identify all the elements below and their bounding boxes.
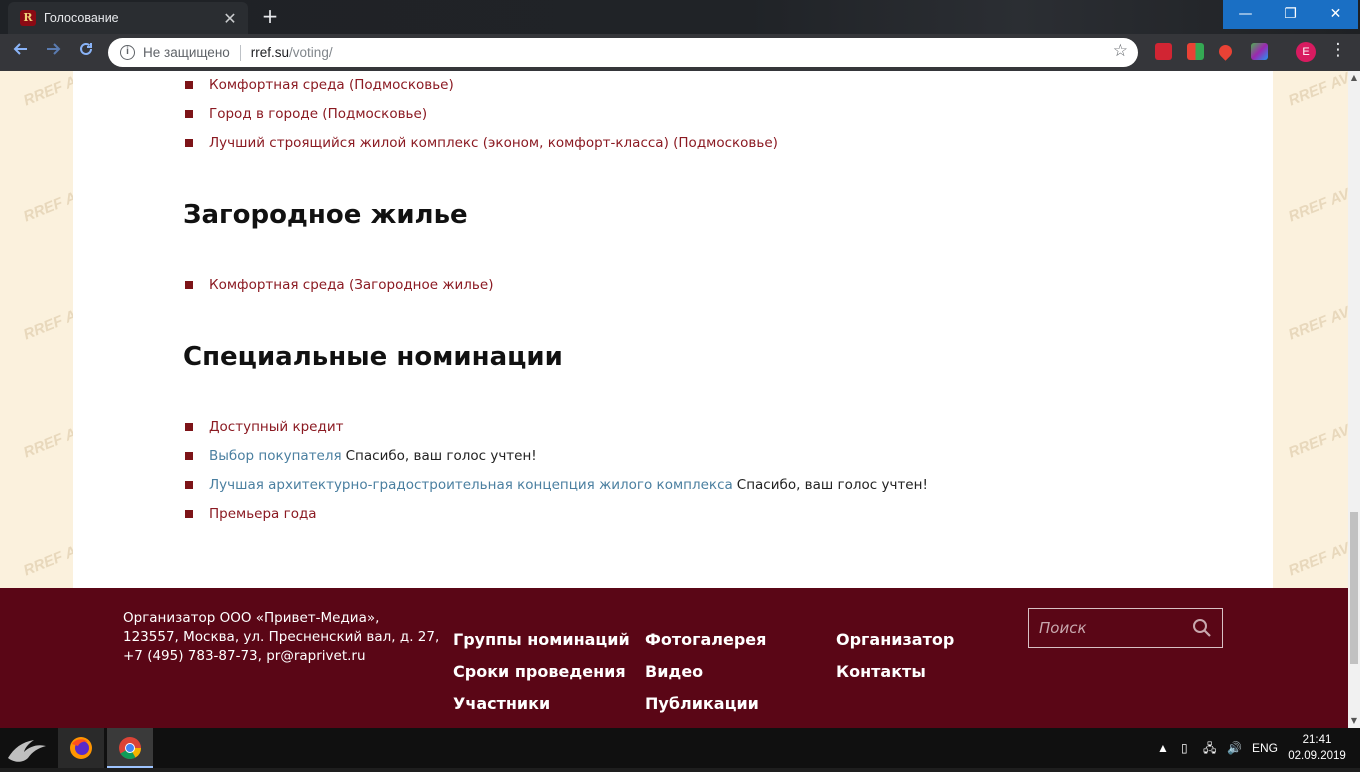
browser-tab[interactable]: R Голосование ✕ [8, 2, 248, 34]
new-tab-button[interactable]: + [258, 5, 282, 29]
footer-link-gallery[interactable]: Фотогалерея [645, 630, 766, 649]
nomination-link[interactable]: Лучший строящийся жилой комплекс (эконом… [209, 135, 778, 151]
info-icon[interactable]: i [120, 45, 135, 60]
footer-link-groups[interactable]: Группы номинаций [453, 630, 630, 649]
nomination-link[interactable]: Комфортная среда (Подмосковье) [209, 77, 454, 93]
system-clock[interactable]: 21:41 02.09.2019 [1282, 732, 1352, 764]
bullet-icon [185, 281, 193, 289]
nomination-link[interactable]: Лучшая архитектурно-градостроительная ко… [209, 477, 733, 493]
map-pin-extension-icon[interactable] [1216, 42, 1235, 61]
security-status: Не защищено [143, 45, 230, 60]
windows-taskbar: ▲ ▯ 🖧 🔊 ENG 21:41 02.09.2019 [0, 728, 1360, 768]
watermark: RREF AV [1286, 303, 1353, 344]
browser-menu-icon[interactable]: ⋮ [1328, 40, 1348, 64]
list-item: Выбор покупателя Спасибо, ваш голос учте… [185, 447, 537, 465]
url-host: rref.su [250, 45, 290, 60]
list-item: Премьера года [185, 505, 317, 523]
bullet-icon [185, 481, 193, 489]
list-item: Город в городе (Подмосковье) [185, 105, 427, 123]
bullet-icon [185, 452, 193, 460]
section-heading: Специальные номинации [183, 342, 563, 372]
chrome-taskbar-icon[interactable] [107, 728, 153, 768]
volume-icon[interactable]: 🔊 [1227, 728, 1242, 768]
bullet-icon [185, 510, 193, 518]
organizer-address: 123557, Москва, ул. Пресненский вал, д. … [123, 629, 440, 645]
nomination-link[interactable]: Доступный кредит [209, 419, 343, 435]
address-bar[interactable]: i Не защищено rref.su /voting/ ☆ [108, 38, 1138, 67]
site-footer: Организатор ООО «Привет-Медиа», 123557, … [0, 588, 1348, 728]
clock-time: 21:41 [1302, 734, 1332, 746]
section-heading: Загородное жилье [183, 200, 468, 230]
bullet-icon [185, 110, 193, 118]
list-item: Лучший строящийся жилой комплекс (эконом… [185, 134, 778, 152]
main-content: Комфортная среда (Подмосковье) Город в г… [73, 71, 1273, 588]
watermark: RREF AV [1286, 71, 1353, 110]
browser-toolbar: i Не защищено rref.su /voting/ ☆ E ⋮ [0, 34, 1360, 71]
tab-close-icon[interactable]: ✕ [218, 9, 242, 28]
footer-link-organizer[interactable]: Организатор [836, 630, 954, 649]
search-icon[interactable] [1192, 618, 1212, 638]
bookmark-star-icon[interactable]: ☆ [1113, 41, 1128, 61]
bullet-icon [185, 81, 193, 89]
footer-link-dates[interactable]: Сроки проведения [453, 662, 626, 681]
profile-avatar[interactable]: E [1296, 42, 1316, 62]
forward-arrow-icon[interactable] [40, 40, 66, 66]
watermark: RREF AV [1286, 421, 1353, 462]
footer-link-contacts[interactable]: Контакты [836, 662, 926, 681]
footer-search [1028, 608, 1223, 648]
browser-titlebar: R Голосование ✕ + — ❐ ✕ [0, 0, 1360, 34]
extension-icon[interactable] [1251, 43, 1268, 60]
nomination-link[interactable]: Комфортная среда (Загородное жилье) [209, 277, 493, 293]
maximize-button[interactable]: ❐ [1268, 0, 1313, 29]
battery-icon[interactable]: ▯ [1181, 728, 1188, 768]
scroll-up-arrow-icon[interactable]: ▲ [1348, 71, 1360, 85]
page-viewport: RREF AV RREF AV RREF AV RREF AV RREF AV … [0, 71, 1360, 728]
vertical-scrollbar[interactable]: ▲ ▼ [1348, 71, 1360, 728]
search-input[interactable] [1039, 619, 1184, 637]
footer-link-participants[interactable]: Участники [453, 694, 550, 713]
organizer-line: Организатор ООО «Привет-Медиа», [123, 610, 380, 626]
extension-icon[interactable] [1187, 43, 1204, 60]
scrollbar-thumb[interactable] [1350, 512, 1358, 664]
close-window-button[interactable]: ✕ [1313, 0, 1358, 29]
footer-link-video[interactable]: Видео [645, 662, 703, 681]
tray-chevron-up-icon[interactable]: ▲ [1157, 728, 1169, 768]
site-favicon-icon: R [20, 10, 36, 26]
nomination-link[interactable]: Город в городе (Подмосковье) [209, 106, 427, 122]
watermark: RREF AV [1286, 185, 1353, 226]
language-indicator[interactable]: ENG [1252, 728, 1278, 768]
back-arrow-icon[interactable] [8, 40, 34, 66]
bullet-icon [185, 423, 193, 431]
bullet-icon [185, 139, 193, 147]
vote-confirmation: Спасибо, ваш голос учтен! [345, 448, 537, 464]
omnibox-divider [239, 44, 241, 61]
footer-link-publications[interactable]: Публикации [645, 694, 759, 713]
organizer-contacts: +7 (495) 783-87-73, pr@raprivet.ru [123, 648, 366, 664]
clock-date: 02.09.2019 [1288, 750, 1346, 762]
nomination-link[interactable]: Премьера года [209, 506, 317, 522]
vote-confirmation: Спасибо, ваш голос учтен! [736, 477, 928, 493]
tab-title: Голосование [44, 11, 119, 25]
extension-icon[interactable] [1155, 43, 1172, 60]
list-item: Комфортная среда (Загородное жилье) [185, 276, 493, 294]
url-path: /voting/ [289, 45, 333, 60]
watermark: RREF AV [1286, 539, 1353, 580]
list-item: Лучшая архитектурно-градостроительная ко… [185, 476, 928, 494]
firefox-taskbar-icon[interactable] [58, 728, 104, 768]
list-item: Доступный кредит [185, 418, 343, 436]
organizer-info: Организатор ООО «Привет-Медиа», 123557, … [123, 609, 439, 666]
reload-icon[interactable] [73, 40, 99, 66]
list-item: Комфортная среда (Подмосковье) [185, 76, 454, 94]
start-dragon-icon[interactable] [0, 728, 56, 768]
scroll-down-arrow-icon[interactable]: ▼ [1348, 714, 1360, 728]
network-icon[interactable]: 🖧 [1203, 728, 1216, 768]
minimize-button[interactable]: — [1223, 0, 1268, 29]
nomination-link[interactable]: Выбор покупателя [209, 448, 342, 464]
